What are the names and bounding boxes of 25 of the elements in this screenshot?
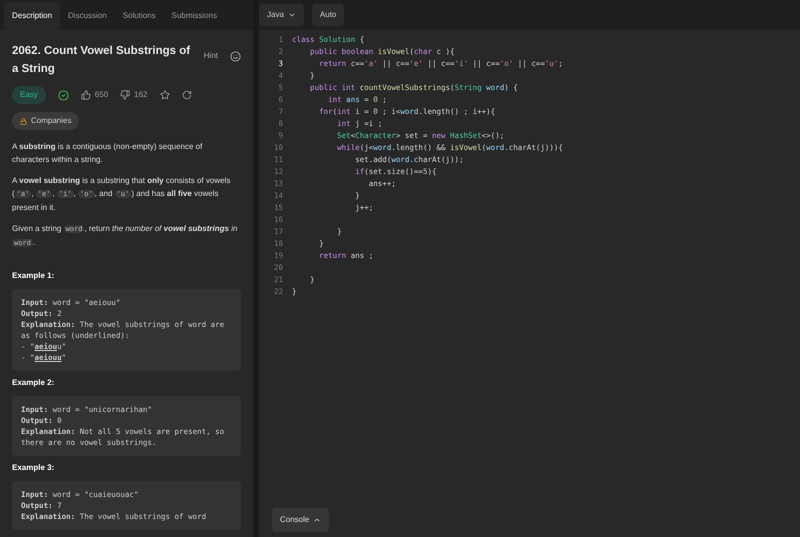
tab[interactable]: Submissions (164, 2, 225, 30)
hint-link[interactable]: Hint (204, 50, 218, 62)
example-heading: Example 2: (12, 377, 56, 389)
thumbs-up-icon[interactable] (80, 90, 91, 100)
example-heading: Example 3: (12, 462, 56, 474)
companies-tag[interactable]: Companies (12, 112, 80, 130)
thumbs-down-icon[interactable] (120, 90, 130, 100)
language-dropdown[interactable]: Java (259, 4, 304, 26)
refresh-icon[interactable] (182, 90, 192, 100)
like-count: 650 (94, 89, 108, 101)
chevron-up-icon (313, 516, 322, 524)
smile-icon[interactable] (230, 50, 241, 62)
console-button[interactable]: Console (272, 508, 330, 532)
tab[interactable]: Description (4, 2, 60, 30)
star-icon[interactable] (160, 90, 170, 100)
problem-title: 2062. Count Vowel Substrings of a String (12, 44, 192, 77)
description-paragraph: A substring is a contiguous (non-empty) sequence of characters within a string. (12, 141, 204, 166)
chevron-down-icon (288, 11, 296, 19)
dislike-count: 162 (134, 89, 148, 101)
lock-icon (20, 118, 27, 124)
auto-button[interactable]: Auto (312, 4, 344, 26)
tab[interactable]: Discussion (60, 2, 115, 30)
tab[interactable]: Solutions (114, 2, 164, 30)
example-heading: Example 1: (12, 270, 56, 282)
difficulty-badge: Easy (12, 86, 46, 104)
